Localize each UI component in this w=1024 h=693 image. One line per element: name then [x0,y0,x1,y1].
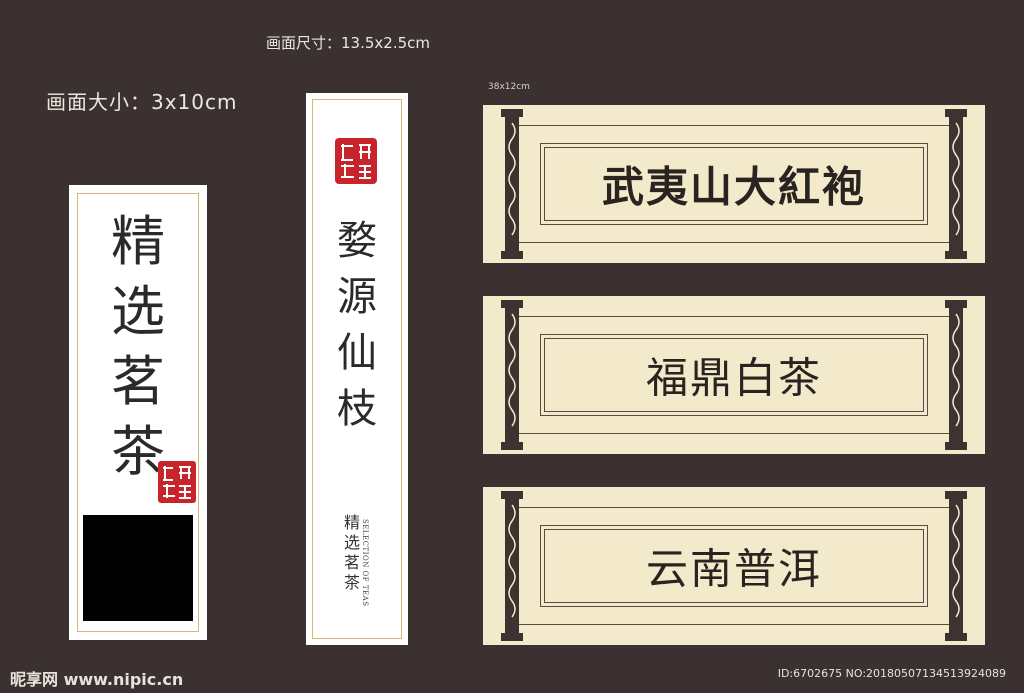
scroll-banner-1: 武夷山大紅袍 [483,105,985,263]
scroll-title: 福鼎白茶 [645,353,822,403]
english-subtitle: SELECTION OF TEAS [361,519,369,607]
rail-line [509,316,959,317]
rail-line [509,242,959,243]
title-char: 婺 [337,218,377,264]
title-char: 仙 [337,330,377,376]
subtitle-char: 茶 [344,573,361,592]
rail-line [509,624,959,625]
tea-label-card-middle: 婺 源 仙 枝 精 选 茗 茶 SELECTION OF TEAS [306,93,408,645]
title-char: 选 [111,280,165,343]
subtitle-char: 选 [344,533,361,552]
title-char: 源 [337,274,377,320]
vertical-subtitle: 精 选 茗 茶 [344,513,360,593]
tea-label-card-left: 精 选 茗 茶 [69,185,207,640]
rail-line [509,507,959,508]
scroll-banner-3: 云南普洱 [483,487,985,645]
vertical-title: 婺 源 仙 枝 [306,213,408,437]
scroll-title: 武夷山大紅袍 [601,162,866,212]
watermark-right: ID:6702675 NO:20180507134513924089 [777,667,1006,680]
size-label-middle: 画面尺寸：13.5x2.5cm [266,34,430,52]
size-label-right: 38x12cm [488,82,530,92]
title-char: 枝 [337,386,377,432]
title-char: 茗 [111,350,165,413]
size-label-left: 画面大小：3x10cm [46,90,238,114]
title-char: 精 [111,210,165,273]
rail-line [509,125,959,126]
subtitle-char: 精 [344,513,361,532]
subtitle-char: 茗 [344,553,361,572]
red-seal-stamp [158,461,196,503]
scroll-banner-2: 福鼎白茶 [483,296,985,454]
watermark-left: 昵享网 www.nipic.cn [10,670,184,689]
vertical-title: 精 选 茗 茶 [69,207,207,487]
rail-line [509,433,959,434]
red-seal-stamp [335,138,377,184]
redacted-block [83,515,193,621]
scroll-title: 云南普洱 [645,544,822,594]
